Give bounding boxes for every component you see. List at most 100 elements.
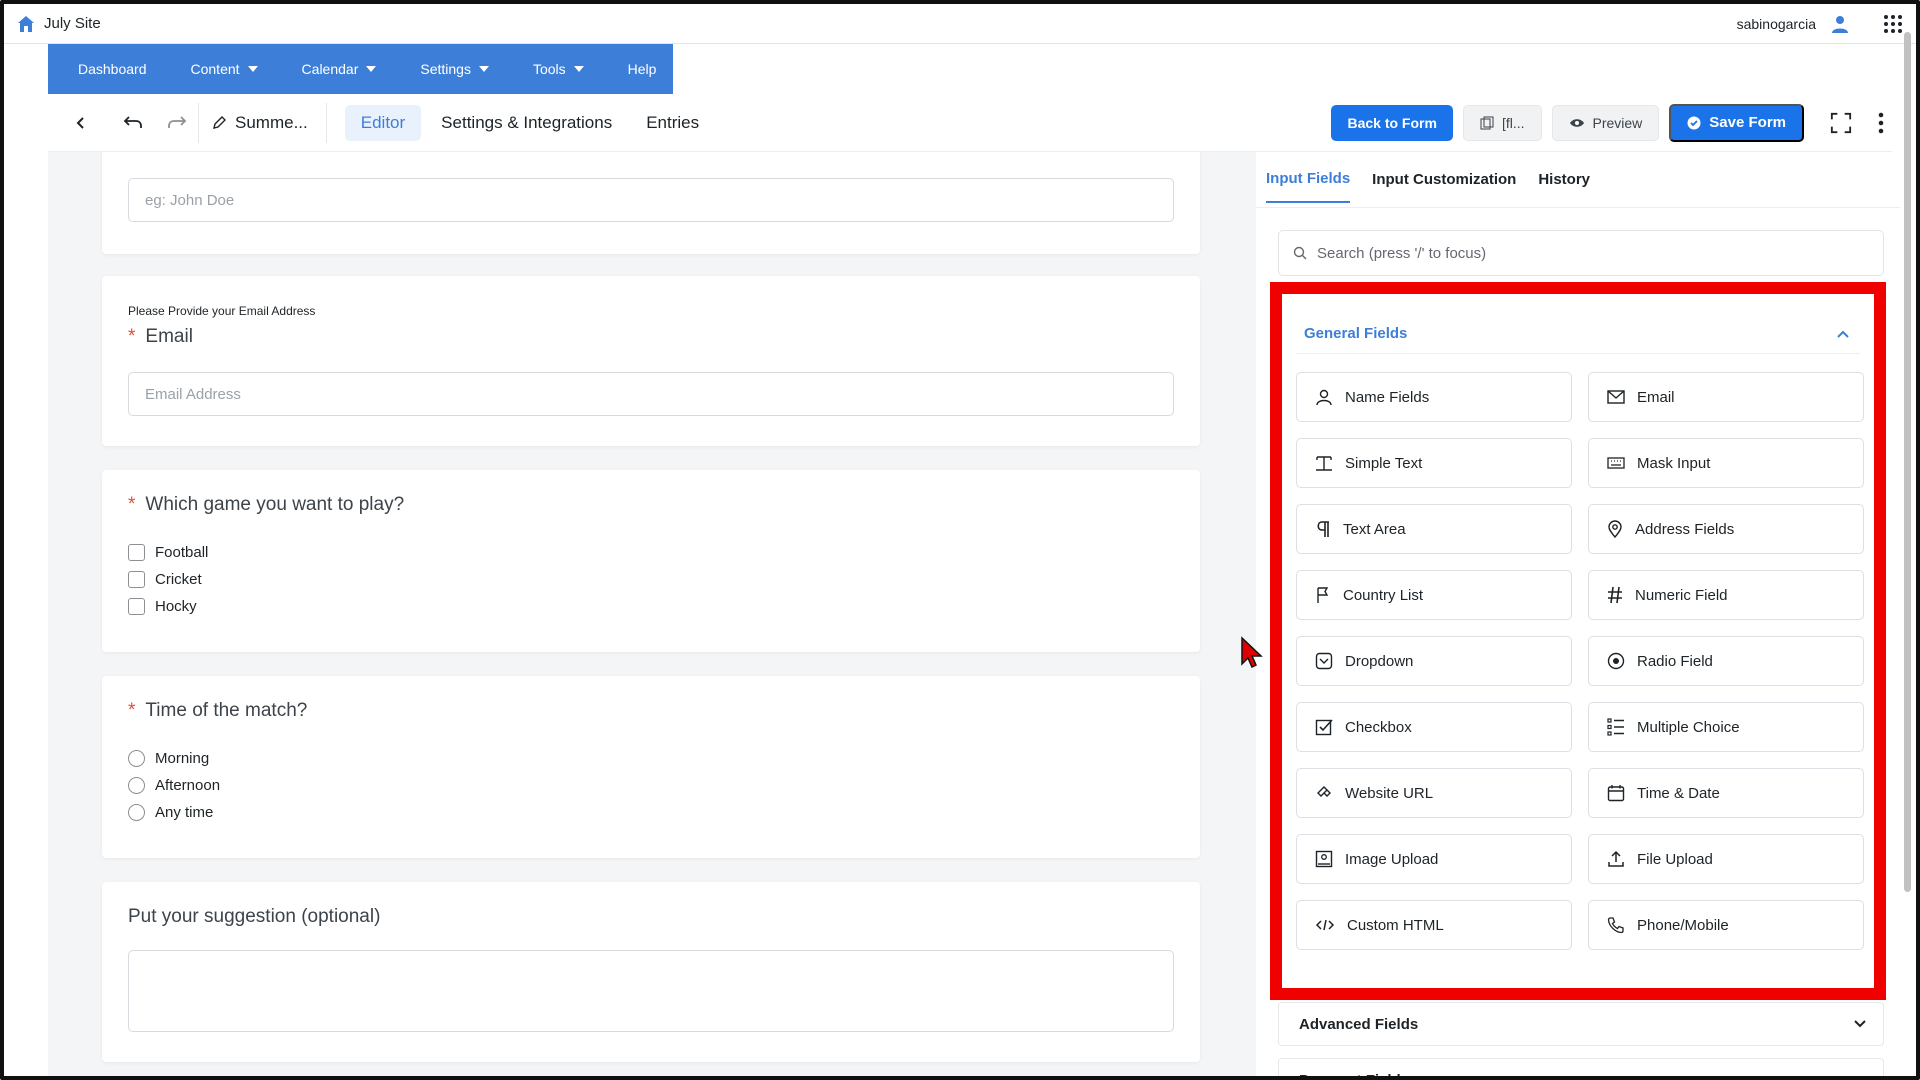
nav-dashboard[interactable]: Dashboard <box>56 44 169 94</box>
field-search-input[interactable]: Search (press '/' to focus) <box>1278 230 1884 276</box>
suggestion-field-card[interactable]: Put your suggestion (optional) <box>102 882 1200 1062</box>
back-chevron-icon[interactable] <box>70 112 92 134</box>
tab-entries[interactable]: Entries <box>642 105 703 141</box>
scrollbar-thumb[interactable] <box>1904 32 1911 892</box>
time-field-card[interactable]: * Time of the match? Morning Afternoon A… <box>102 676 1200 858</box>
field-label: Phone/Mobile <box>1637 916 1729 934</box>
email-label-text: Email <box>145 326 193 347</box>
field-address-fields[interactable]: Address Fields <box>1588 504 1864 554</box>
back-to-form-button[interactable]: Back to Form <box>1331 104 1453 141</box>
chevron-up-icon[interactable] <box>1836 329 1850 339</box>
fullscreen-icon[interactable] <box>1830 112 1852 134</box>
radio[interactable] <box>128 750 145 767</box>
upload-icon <box>1608 850 1624 867</box>
caret-down-icon <box>247 66 258 72</box>
app-window: July Site sabinogarcia Dashboard Content… <box>0 0 1920 1080</box>
nav-tools[interactable]: Tools <box>511 44 606 94</box>
username[interactable]: sabinogarcia <box>1737 16 1816 32</box>
field-label: Simple Text <box>1345 454 1423 472</box>
checkbox[interactable] <box>128 544 145 561</box>
page-scrollbar[interactable] <box>1902 10 1912 1070</box>
chevron-down-icon[interactable] <box>1853 1019 1867 1029</box>
check-circle-icon <box>1687 116 1701 129</box>
field-email[interactable]: Email <box>1588 372 1864 422</box>
more-vertical-icon[interactable] <box>1870 112 1892 134</box>
nav-content[interactable]: Content <box>169 44 280 94</box>
nav-settings[interactable]: Settings <box>398 44 511 94</box>
checkbox[interactable] <box>128 598 145 615</box>
keyboard-icon <box>1607 457 1625 469</box>
form-title[interactable]: Summe... <box>211 113 308 133</box>
game-field-card[interactable]: * Which game you want to play? Football … <box>102 470 1200 652</box>
advanced-fields-title: Advanced Fields <box>1299 1015 1419 1033</box>
apps-grid-icon[interactable] <box>1882 13 1904 35</box>
form-editor-canvas: eg: John Doe Please Provide your Email A… <box>48 152 1256 1076</box>
field-website-url[interactable]: Website URL <box>1296 768 1572 818</box>
general-fields-header[interactable]: General Fields <box>1296 314 1860 354</box>
email-input[interactable]: Email Address <box>128 372 1174 416</box>
field-custom-html[interactable]: Custom HTML <box>1296 900 1572 950</box>
checkbox-option[interactable]: Football <box>128 544 208 561</box>
nav-label: Settings <box>420 61 471 77</box>
field-country-list[interactable]: Country List <box>1296 570 1572 620</box>
user-icon[interactable] <box>1830 14 1850 34</box>
field-time-date[interactable]: Time & Date <box>1588 768 1864 818</box>
option-label: Cricket <box>155 571 202 588</box>
suggestion-label: Put your suggestion (optional) <box>128 906 381 927</box>
field-multiple-choice[interactable]: Multiple Choice <box>1588 702 1864 752</box>
tab-history[interactable]: History <box>1538 157 1590 202</box>
field-phone-mobile[interactable]: Phone/Mobile <box>1588 900 1864 950</box>
radio[interactable] <box>128 777 145 794</box>
tab-settings-integrations[interactable]: Settings & Integrations <box>437 105 616 141</box>
field-file-upload[interactable]: File Upload <box>1588 834 1864 884</box>
field-image-upload[interactable]: Image Upload <box>1296 834 1572 884</box>
chevron-down-icon[interactable] <box>1853 1075 1867 1080</box>
field-label: Multiple Choice <box>1637 718 1740 736</box>
checkbox-option[interactable]: Cricket <box>128 571 202 588</box>
checkbox[interactable] <box>128 571 145 588</box>
name-field-card[interactable]: eg: John Doe <box>102 152 1200 254</box>
paragraph-icon <box>1317 521 1329 537</box>
field-numeric-field[interactable]: Numeric Field <box>1588 570 1864 620</box>
field-mask-input[interactable]: Mask Input <box>1588 438 1864 488</box>
undo-icon[interactable] <box>122 112 144 134</box>
radio-option[interactable]: Afternoon <box>128 777 220 794</box>
dropdown-icon <box>1315 652 1333 670</box>
field-radio-field[interactable]: Radio Field <box>1588 636 1864 686</box>
field-label: Radio Field <box>1637 652 1713 670</box>
radio[interactable] <box>128 804 145 821</box>
tab-input-customization[interactable]: Input Customization <box>1372 157 1516 202</box>
flag-icon <box>1317 587 1329 603</box>
general-fields-highlight: General Fields Name Fields Email Simple … <box>1270 282 1886 1000</box>
nav-help[interactable]: Help <box>606 44 679 94</box>
tab-input-fields[interactable]: Input Fields <box>1266 156 1351 203</box>
email-field-card[interactable]: Please Provide your Email Address * Emai… <box>102 276 1200 446</box>
name-input[interactable]: eg: John Doe <box>128 178 1174 222</box>
advanced-fields-header[interactable]: Advanced Fields <box>1278 1002 1884 1046</box>
field-label: Image Upload <box>1345 850 1439 868</box>
radio-option[interactable]: Any time <box>128 804 213 821</box>
field-checkbox[interactable]: Checkbox <box>1296 702 1572 752</box>
shortcode-button[interactable]: [fl... <box>1462 104 1542 141</box>
pencil-icon <box>213 115 226 129</box>
tab-editor[interactable]: Editor <box>344 104 422 141</box>
field-text-area[interactable]: Text Area <box>1296 504 1572 554</box>
field-dropdown[interactable]: Dropdown <box>1296 636 1572 686</box>
save-form-button[interactable]: Save Form <box>1669 103 1804 142</box>
suggestion-textarea[interactable] <box>128 950 1174 1032</box>
redo-icon[interactable] <box>166 112 188 134</box>
site-name[interactable]: July Site <box>44 15 101 32</box>
field-label: File Upload <box>1637 850 1713 868</box>
field-label: Custom HTML <box>1347 916 1444 934</box>
field-name-fields[interactable]: Name Fields <box>1296 372 1572 422</box>
general-fields-title: General Fields <box>1304 325 1408 342</box>
radio-option[interactable]: Morning <box>128 750 209 767</box>
nav-calendar[interactable]: Calendar <box>280 44 399 94</box>
preview-button[interactable]: Preview <box>1551 104 1660 141</box>
field-label: Mask Input <box>1637 454 1711 472</box>
field-simple-text[interactable]: Simple Text <box>1296 438 1572 488</box>
mouse-cursor-icon <box>1241 636 1263 669</box>
home-icon[interactable] <box>16 14 36 34</box>
checkbox-option[interactable]: Hocky <box>128 598 197 615</box>
payment-fields-header[interactable]: Payment Fields <box>1278 1058 1884 1080</box>
